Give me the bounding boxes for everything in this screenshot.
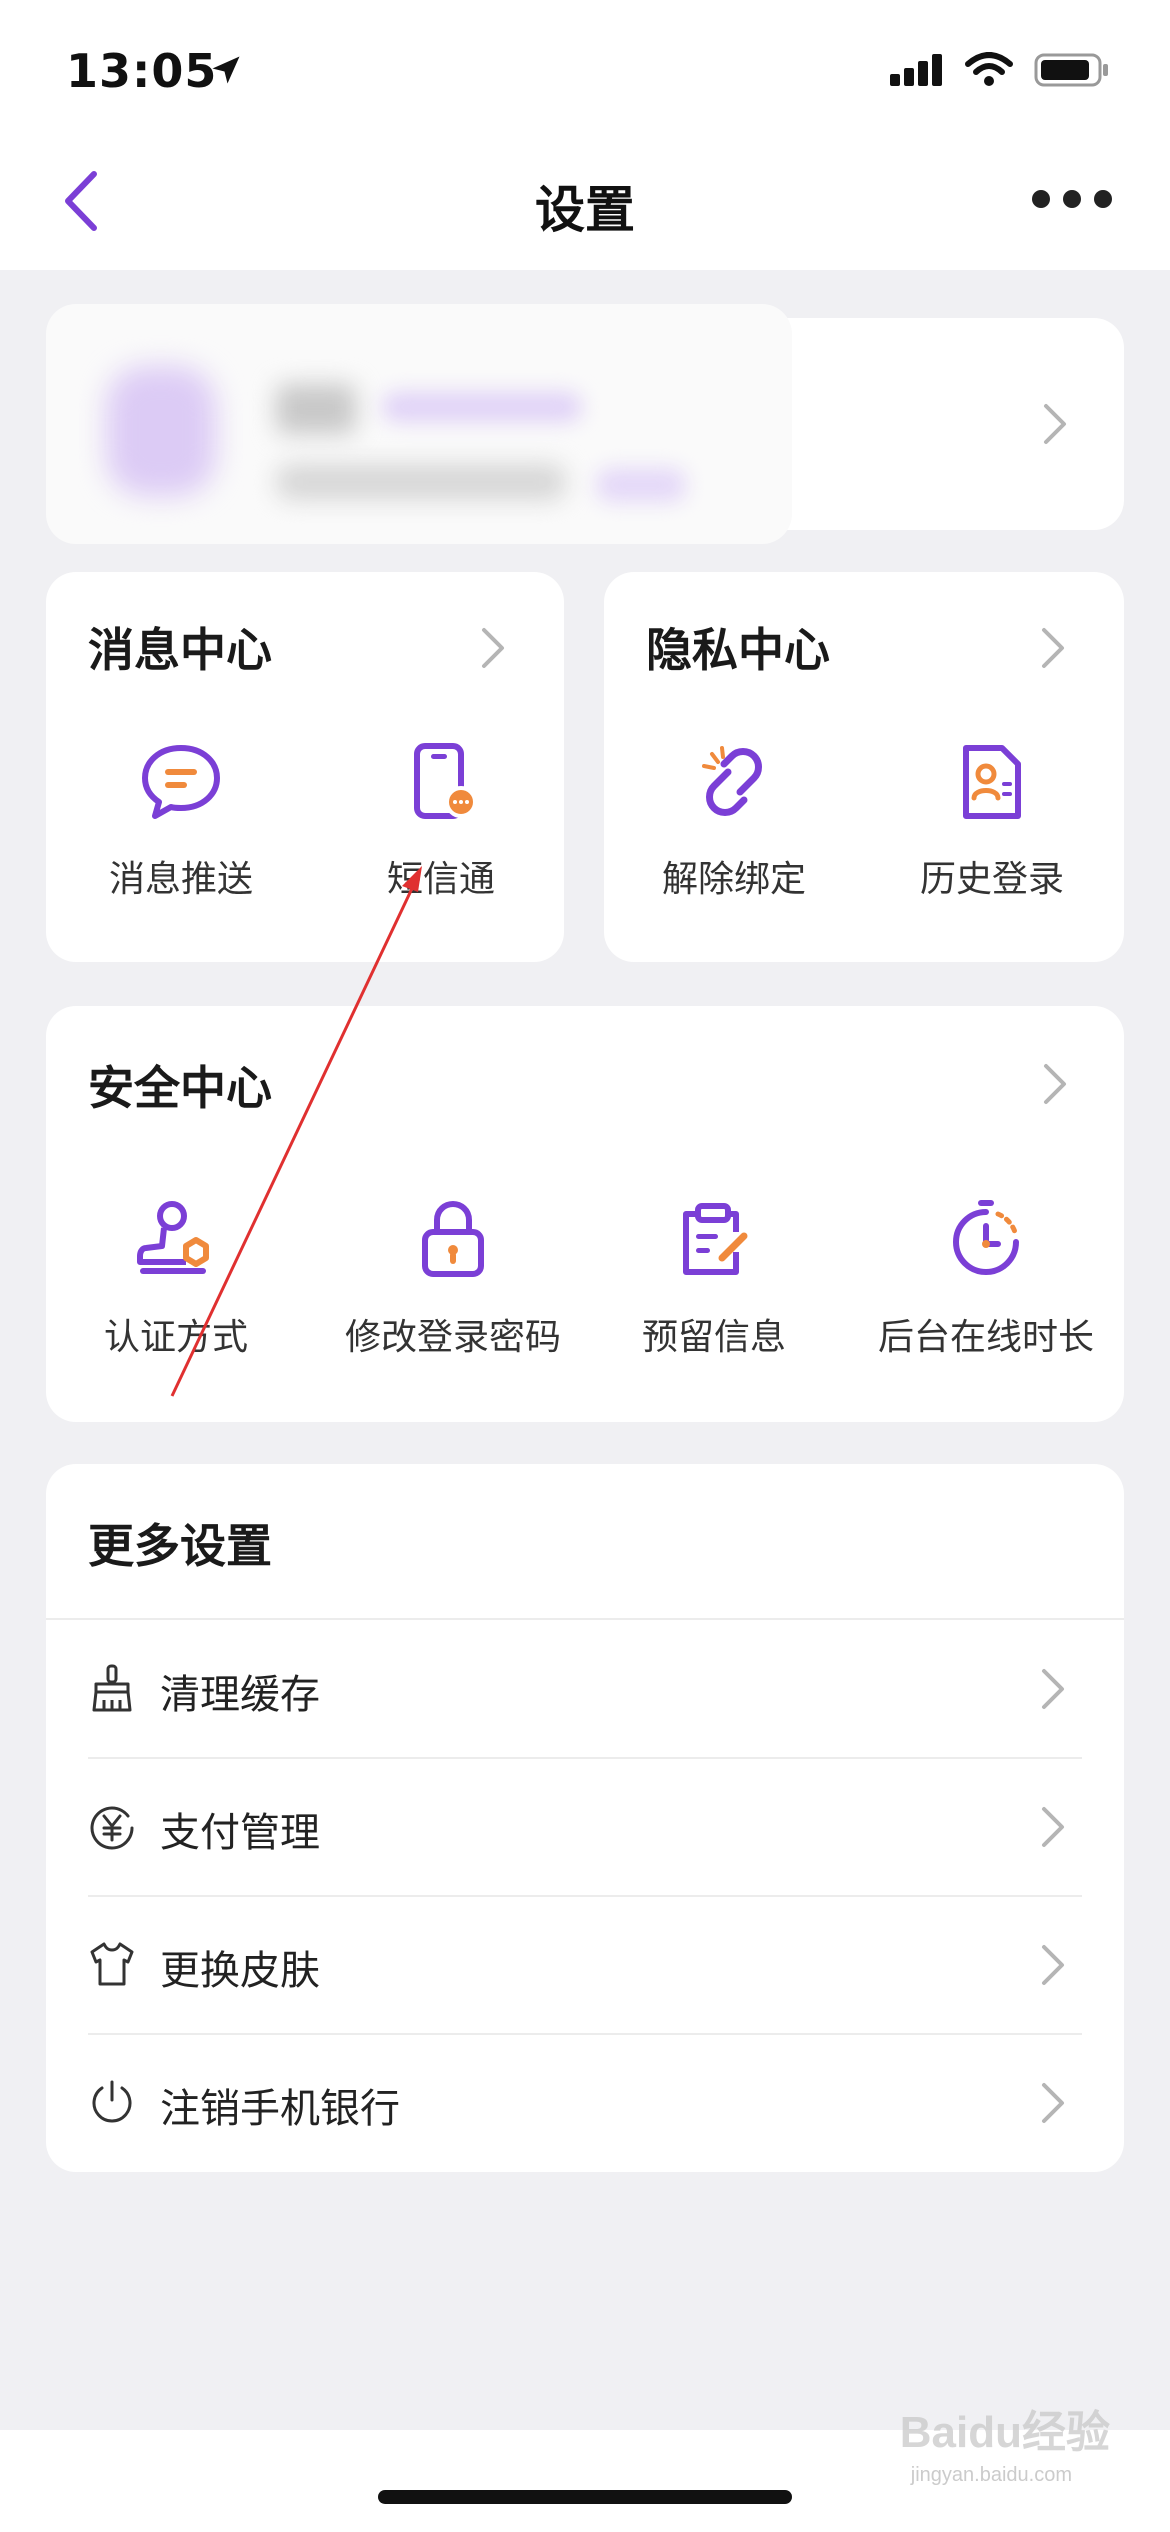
avatar [106, 366, 216, 496]
more-dot [1032, 190, 1050, 208]
chevron-right-icon [1042, 1807, 1064, 1847]
tile-label: 预留信息 [641, 1317, 786, 1358]
tile-auth-method[interactable]: 认证方式 [86, 1196, 266, 1360]
watermark: Baidu经验 [899, 2408, 1110, 2457]
watermark-url: jingyan.baidu.com [910, 2464, 1072, 2486]
list-item-label: 支付管理 [160, 1810, 320, 1856]
yen-icon [90, 1806, 134, 1850]
sms-phone-icon [414, 743, 477, 819]
status-time: 13:05 [66, 44, 218, 98]
security-center-card: 安全中心 认证方式 修改登录密码 预留信息 后台在线时长 [46, 1006, 1124, 1422]
chevron-right-icon [1044, 404, 1066, 444]
battery-icon [1034, 53, 1108, 87]
list-item-label: 注销手机银行 [160, 2086, 400, 2132]
tile-label: 历史登录 [919, 859, 1064, 900]
more-settings-title: 更多设置 [88, 1519, 272, 1573]
tile-sms[interactable]: 短信通 [346, 742, 536, 902]
profile-info-redacted [46, 304, 792, 544]
user-name-redacted [276, 384, 356, 434]
status-bar: 13:05 [0, 0, 1170, 140]
list-item-label: 更换皮肤 [160, 1948, 320, 1994]
cellular-signal-icon [890, 54, 942, 86]
chevron-right-icon[interactable] [1040, 626, 1066, 670]
privacy-center-card: 隐私中心 解除绑定 历史登录 [604, 572, 1124, 962]
more-dot [1063, 190, 1081, 208]
chevron-right-icon [1042, 1669, 1064, 1709]
message-center-title[interactable]: 消息中心 [88, 614, 272, 680]
edit-note-icon [683, 1203, 748, 1275]
tile-label: 解除绑定 [661, 859, 806, 900]
more-dot [1094, 190, 1112, 208]
chevron-right-icon [1042, 1945, 1064, 1985]
more-settings-card: 更多设置 清理缓存 支付管理 更换皮肤 注销手机银行 [46, 1464, 1124, 2172]
home-indicator[interactable] [378, 2490, 792, 2504]
tile-label: 认证方式 [103, 1317, 248, 1358]
status-indicators [888, 52, 1110, 88]
stopwatch-icon [953, 1200, 1019, 1275]
page-title: 设置 [535, 181, 635, 239]
lock-icon [422, 1200, 484, 1277]
chevron-right-icon [1042, 2083, 1064, 2123]
list-item-label: 清理缓存 [160, 1672, 320, 1718]
power-icon [92, 2080, 132, 2123]
message-push-icon [142, 745, 220, 819]
nav-bar: 设置 [0, 140, 1170, 270]
tile-change-password[interactable]: 修改登录密码 [328, 1196, 578, 1360]
security-center-title[interactable]: 安全中心 [88, 1052, 272, 1118]
wifi-icon [965, 52, 1013, 86]
unlink-icon [702, 746, 762, 816]
tile-login-history[interactable]: 历史登录 [892, 742, 1092, 902]
tile-unbind[interactable]: 解除绑定 [634, 742, 834, 902]
tile-label: 后台在线时长 [877, 1317, 1094, 1358]
tile-label: 消息推送 [108, 859, 253, 900]
shirt-icon [90, 1942, 134, 1986]
chevron-right-icon[interactable] [480, 626, 506, 670]
tile-label: 短信通 [386, 859, 495, 900]
stamp-icon [137, 1201, 209, 1274]
privacy-center-title[interactable]: 隐私中心 [646, 614, 830, 680]
list-item-deregister[interactable]: 注销手机银行 [46, 2034, 1124, 2171]
tile-reserved-info[interactable]: 预留信息 [614, 1196, 814, 1360]
phone-number-redacted [276, 464, 566, 500]
chevron-right-icon[interactable] [1042, 1062, 1068, 1106]
profile-card[interactable] [46, 304, 1124, 544]
tile-message-push[interactable]: 消息推送 [86, 742, 276, 902]
login-history-icon [963, 745, 1021, 819]
badge-redacted [596, 468, 686, 502]
list-item-payment[interactable]: 支付管理 [46, 1758, 1124, 1895]
location-arrow-icon [212, 56, 240, 84]
list-item-clear-cache[interactable]: 清理缓存 [46, 1620, 1124, 1757]
tile-label: 修改登录密码 [344, 1317, 561, 1358]
more-options-icon[interactable] [1032, 184, 1112, 214]
message-center-card: 消息中心 消息推送 短信通 [46, 572, 564, 962]
user-tag-redacted [382, 392, 582, 422]
list-item-skin[interactable]: 更换皮肤 [46, 1896, 1124, 2033]
tile-online-duration[interactable]: 后台在线时长 [866, 1196, 1106, 1360]
broom-icon [92, 1664, 132, 1712]
